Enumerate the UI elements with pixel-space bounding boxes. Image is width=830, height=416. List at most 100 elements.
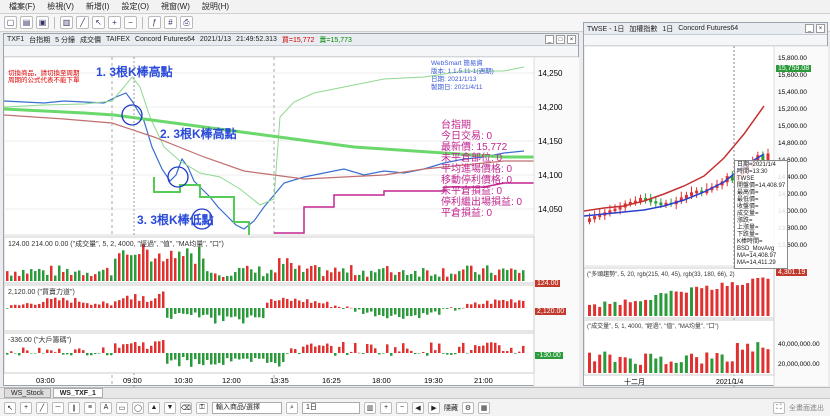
cursor-icon[interactable]: ↖: [92, 16, 105, 29]
volume-bar: [78, 270, 81, 281]
holder-bar: [298, 353, 301, 355]
time-tick: 09:00: [123, 376, 142, 385]
daily-volume-bar: [608, 354, 612, 373]
minimize-icon[interactable]: _: [805, 24, 814, 33]
text-tool-icon[interactable]: A: [100, 401, 112, 414]
volume-bar: [490, 272, 493, 281]
power-bar: [330, 307, 333, 308]
power-bar: [282, 297, 285, 308]
bid-label: 買=15,772: [281, 36, 315, 44]
chart-icon[interactable]: ▥: [60, 16, 73, 29]
layout-icon[interactable]: ▦: [478, 401, 490, 414]
menu-settings[interactable]: 設定(O): [116, 1, 154, 12]
symbol-input[interactable]: 輸入商品/選擇: [212, 401, 282, 414]
fullscreen-label[interactable]: 全畫面進出: [789, 403, 824, 413]
zoom-in-icon[interactable]: +: [108, 16, 121, 29]
trend-bar: [674, 291, 678, 316]
menu-insert[interactable]: 新增(I): [81, 1, 115, 12]
daily-volume-bar: [730, 361, 734, 373]
daily-chart-svg[interactable]: 15,800.00 15,600.00 15,400.00 15,200.00 15,0…: [584, 46, 829, 387]
holder-bar: [106, 353, 109, 356]
maximize-icon[interactable]: □: [556, 35, 565, 44]
fullscreen-icon[interactable]: ⛶: [773, 401, 785, 414]
hide-button[interactable]: 隱藏: [444, 403, 458, 413]
symbol-code[interactable]: TXF1: [7, 36, 24, 43]
intraday-chart-svg[interactable]: 14,250 14,200 14,150 14,100 14,050 03:00…: [4, 57, 580, 387]
close-icon[interactable]: ×: [816, 24, 825, 33]
tab-ws-stock[interactable]: WS_Stock: [4, 388, 51, 398]
period-label[interactable]: 1日: [662, 24, 673, 34]
holder-bar: [218, 353, 221, 363]
daily-volume-bar: [633, 363, 637, 373]
save-icon[interactable]: ▣: [36, 16, 49, 29]
power-bar: [206, 308, 209, 315]
holder-bar: [310, 343, 313, 353]
window-controls: _ ×: [805, 24, 825, 33]
arrow-down-icon[interactable]: ▼: [164, 401, 176, 414]
ellipse-tool-icon[interactable]: ◯: [132, 401, 144, 414]
search-icon[interactable]: ⌕: [286, 401, 298, 414]
cursor-icon[interactable]: ↖: [4, 401, 16, 414]
rect-tool-icon[interactable]: ▭: [116, 401, 128, 414]
menu-view[interactable]: 檢視(V): [42, 1, 79, 12]
holder-bar: [426, 353, 429, 356]
holder-bar: [278, 353, 281, 367]
symbol-code[interactable]: TWSE - 1日: [587, 24, 624, 34]
new-window-icon[interactable]: ▢: [4, 16, 17, 29]
volume-bar: [350, 265, 353, 281]
channel-tool-icon[interactable]: ∥: [68, 401, 80, 414]
volume-bar: [10, 275, 13, 281]
open-icon[interactable]: ▤: [20, 16, 33, 29]
eraser-icon[interactable]: ⌫: [180, 401, 192, 414]
line-tool-icon[interactable]: ╱: [36, 401, 48, 414]
lock-icon[interactable]: ⚿: [196, 401, 208, 414]
info-line: 最新價: 15,772: [441, 142, 508, 153]
tooltip-line: 最高價=: [737, 190, 759, 196]
period-select[interactable]: 1日: [302, 401, 360, 414]
power-bar: [106, 303, 109, 308]
menu-window[interactable]: 視窗(W): [156, 1, 195, 12]
chart-type-icon[interactable]: ▥: [364, 401, 376, 414]
period-label[interactable]: 5 分鐘: [55, 35, 75, 45]
minimize-icon[interactable]: _: [545, 35, 554, 44]
hline-tool-icon[interactable]: ─: [52, 401, 64, 414]
print-icon[interactable]: ⎙: [180, 16, 193, 29]
menu-help[interactable]: 說明(H): [197, 1, 234, 12]
line-icon[interactable]: ╱: [76, 16, 89, 29]
scroll-right-icon[interactable]: ▶: [428, 401, 440, 414]
volume-bar: [74, 271, 77, 281]
volume-panel-title: 124.00 214.00 0.00 ("成交量", 5, 2, 4000, "…: [8, 241, 224, 248]
close-icon[interactable]: ×: [567, 35, 576, 44]
power-bar: [54, 297, 57, 308]
zoom-in-icon[interactable]: +: [380, 401, 392, 414]
indicator-icon[interactable]: ƒ: [148, 16, 161, 29]
holder-bar: [394, 347, 397, 353]
settings-icon[interactable]: ⚙: [462, 401, 474, 414]
scroll-left-icon[interactable]: ◀: [412, 401, 424, 414]
price-type: 成交價: [79, 36, 101, 44]
volume-bar: [314, 265, 317, 281]
holder-bar: [138, 345, 141, 353]
fib-tool-icon[interactable]: ≡: [84, 401, 96, 414]
menu-file[interactable]: 檔案(F): [4, 1, 40, 12]
power-bar: [234, 308, 237, 317]
power-bar: [102, 301, 105, 308]
holder-bar: [318, 345, 321, 353]
power-bar: [178, 308, 181, 314]
volume-bar: [386, 266, 389, 281]
daily-volume-bar: [751, 351, 755, 373]
holder-bar: [206, 353, 209, 360]
holder-bar: [282, 353, 285, 363]
volume-bar: [294, 268, 297, 281]
tab-ws-txf[interactable]: WS_TXF_1: [52, 388, 103, 398]
symbol-name: 台指期: [29, 36, 51, 44]
zoom-out-icon[interactable]: −: [124, 16, 137, 29]
trend-bar: [730, 282, 734, 316]
volume-bar: [218, 275, 221, 281]
crosshair-icon[interactable]: +: [20, 401, 32, 414]
arrow-up-icon[interactable]: ▲: [148, 401, 160, 414]
daily-candle: [588, 218, 591, 222]
zoom-out-icon[interactable]: −: [396, 401, 408, 414]
grid-icon[interactable]: #: [164, 16, 177, 29]
power-bar: [402, 308, 405, 319]
